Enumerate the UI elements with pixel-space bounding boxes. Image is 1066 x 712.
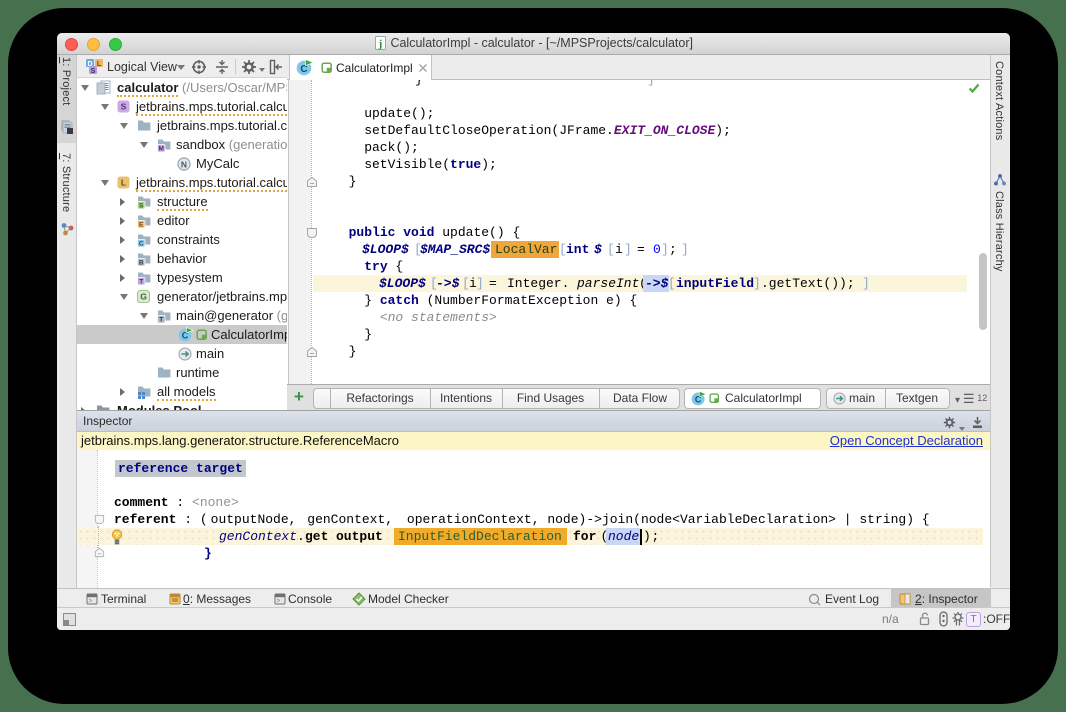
svg-text:B: B [139, 260, 144, 267]
svg-text:>_: >_ [89, 599, 97, 605]
svg-text:S: S [91, 68, 96, 75]
svg-text:N: N [181, 159, 187, 169]
svg-text:G: G [140, 292, 147, 302]
svg-text:M: M [158, 146, 163, 153]
svg-text:T: T [139, 279, 143, 286]
svg-text:j: j [378, 38, 383, 50]
svg-text:>_: >_ [277, 599, 285, 605]
svg-text:S: S [139, 203, 144, 210]
svg-text:L: L [97, 61, 102, 68]
svg-text:C: C [139, 241, 144, 248]
svg-text:T: T [159, 317, 163, 324]
svg-text:L: L [121, 178, 126, 188]
svg-text:S: S [121, 102, 127, 112]
svg-text:C: C [300, 64, 307, 75]
svg-text:E: E [139, 222, 144, 229]
